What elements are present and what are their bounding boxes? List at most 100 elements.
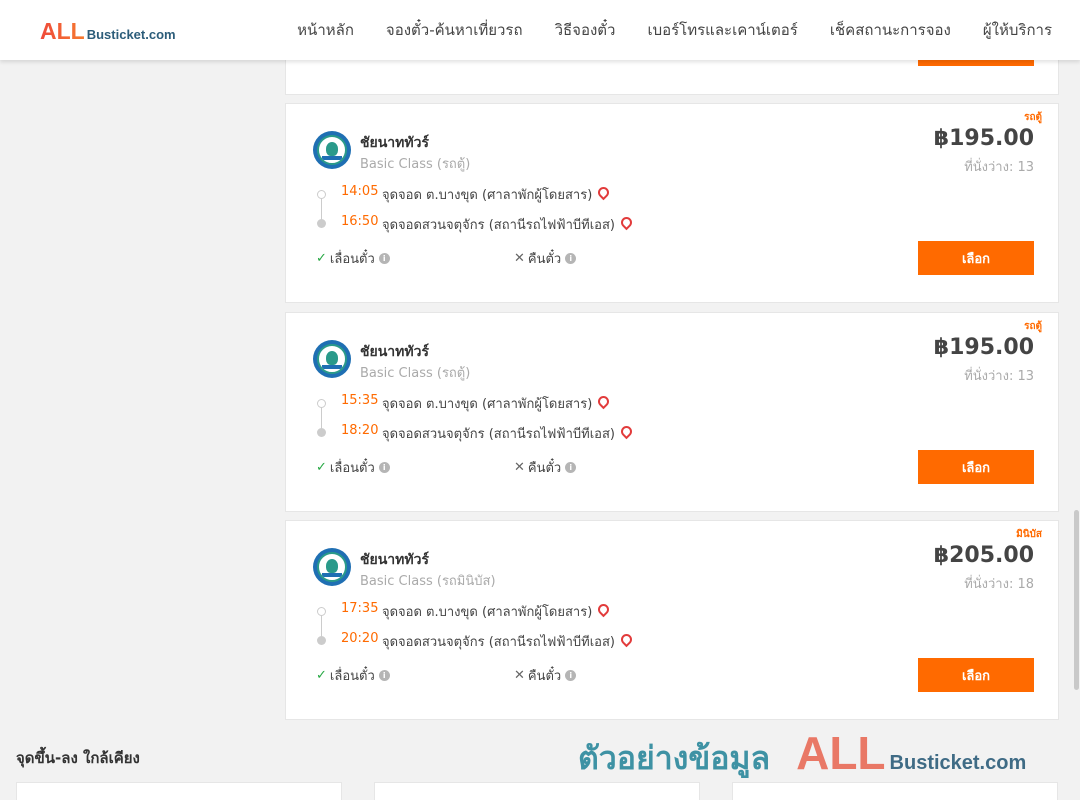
reschedule-label: เลื่อนตั๋ว [329, 461, 375, 476]
arrival-stop-label: จุดจอดสวนจตุจักร (สถานีรถไฟฟ้าบีทีเอส) [382, 218, 615, 233]
check-icon: ✓ [316, 668, 327, 683]
map-pin-icon[interactable] [596, 184, 612, 201]
map-pin-icon[interactable] [618, 214, 635, 231]
reschedule-feature: ✓ เลื่อนตั๋ว i [316, 665, 390, 686]
vehicle-type-tag: รถตู้ [1024, 112, 1042, 123]
scrollbar-thumb[interactable] [1074, 510, 1079, 690]
cross-icon: ✕ [514, 251, 525, 266]
cross-icon: ✕ [514, 668, 525, 683]
nearby-stops-title: จุดขึ้น-ลง ใกล้เคียง [16, 749, 140, 767]
operator-logo [313, 548, 351, 586]
seats-available: ที่นั่งว่าง: 18 [964, 577, 1034, 592]
nav-item-phone-counters[interactable]: เบอร์โทรและเคาน์เตอร์ [647, 18, 797, 42]
arrival-dot-icon [317, 219, 326, 228]
select-trip-button[interactable]: เลือก [918, 241, 1034, 275]
refund-feature: ✕ คืนตั๋ว i [514, 457, 577, 478]
trip-card: มินิบัส ชัยนาททัวร์ Basic Class (รถมินิบ… [285, 520, 1059, 720]
operator-name: ชัยนาททัวร์ [360, 344, 429, 360]
check-icon: ✓ [316, 251, 327, 266]
operator-logo [313, 131, 351, 169]
select-trip-button[interactable]: เลือก [918, 450, 1034, 484]
departure-stop: จุดจอด ต.บางขุด (ศาลาพักผู้โดยสาร) [382, 393, 612, 414]
trip-price: ฿205.00 [933, 543, 1034, 568]
departure-time: 15:35 [341, 393, 379, 408]
nav-item-check-booking[interactable]: เช็คสถานะการจอง [830, 18, 951, 42]
info-icon[interactable]: i [565, 462, 577, 473]
nav-item-how-to-book[interactable]: วิธีจองตั๋ว [555, 18, 616, 42]
arrival-stop: จุดจอดสวนจตุจักร (สถานีรถไฟฟ้าบีทีเอส) [382, 631, 635, 652]
service-class: Basic Class (รถตู้) [360, 366, 471, 381]
nav-item-book-search[interactable]: จองตั๋ว-ค้นหาเที่ยวรถ [386, 18, 523, 42]
cross-icon: ✕ [514, 460, 525, 475]
arrival-time: 16:50 [341, 214, 379, 229]
sample-data-watermark: ตัวอย่างข้อมูล ALL Busticket.com [578, 726, 1026, 784]
map-pin-icon[interactable] [596, 601, 612, 618]
nav-item-operators[interactable]: ผู้ให้บริการ [983, 18, 1052, 42]
departure-time: 17:35 [341, 601, 379, 616]
arrival-time: 18:20 [341, 423, 379, 438]
arrival-stop-label: จุดจอดสวนจตุจักร (สถานีรถไฟฟ้าบีทีเอส) [382, 635, 615, 650]
arrival-dot-icon [317, 636, 326, 645]
service-class: Basic Class (รถตู้) [360, 157, 471, 172]
departure-stop: จุดจอด ต.บางขุด (ศาลาพักผู้โดยสาร) [382, 184, 612, 205]
seats-available: ที่นั่งว่าง: 13 [964, 369, 1034, 384]
reschedule-feature: ✓ เลื่อนตั๋ว i [316, 457, 390, 478]
arrival-stop: จุดจอดสวนจตุจักร (สถานีรถไฟฟ้าบีทีเอส) [382, 423, 635, 444]
departure-stop-label: จุดจอด ต.บางขุด (ศาลาพักผู้โดยสาร) [382, 188, 593, 203]
info-icon[interactable]: i [378, 253, 390, 264]
refund-feature: ✕ คืนตั๋ว i [514, 665, 577, 686]
departure-time: 14:05 [341, 184, 379, 199]
page-scrollbar[interactable] [1072, 60, 1080, 800]
nearby-stop-card[interactable] [732, 782, 1058, 800]
logo-domain-text: Busticket.com [86, 27, 176, 42]
operator-name: ชัยนาททัวร์ [360, 135, 429, 151]
refund-label: คืนตั๋ว [527, 461, 562, 476]
map-pin-icon[interactable] [618, 631, 635, 648]
info-icon[interactable]: i [378, 462, 390, 473]
nav-menu: หน้าหลัก จองตั๋ว-ค้นหาเที่ยวรถ วิธีจองตั… [265, 0, 1052, 60]
watermark-logo-domain: Busticket.com [889, 752, 1027, 774]
info-icon[interactable]: i [565, 253, 577, 264]
watermark-logo-all: ALL [796, 727, 886, 779]
departure-dot-icon [317, 190, 326, 199]
nearby-stop-card[interactable] [16, 782, 342, 800]
refund-label: คืนตั๋ว [527, 252, 562, 267]
nav-item-home[interactable]: หน้าหลัก [297, 18, 354, 42]
arrival-stop: จุดจอดสวนจตุจักร (สถานีรถไฟฟ้าบีทีเอส) [382, 214, 635, 235]
refund-feature: ✕ คืนตั๋ว i [514, 248, 577, 269]
reschedule-feature: ✓ เลื่อนตั๋ว i [316, 248, 390, 269]
departure-dot-icon [317, 607, 326, 616]
info-icon[interactable]: i [378, 670, 390, 681]
reschedule-label: เลื่อนตั๋ว [329, 252, 375, 267]
trip-price: ฿195.00 [933, 126, 1034, 151]
trip-card: รถตู้ ชัยนาททัวร์ Basic Class (รถตู้) ฿1… [285, 312, 1059, 512]
seats-available: ที่นั่งว่าง: 13 [964, 160, 1034, 175]
service-class: Basic Class (รถมินิบัส) [360, 574, 496, 589]
map-pin-icon[interactable] [596, 393, 612, 410]
arrival-dot-icon [317, 428, 326, 437]
departure-dot-icon [317, 399, 326, 408]
logo-all-text: ALL [40, 18, 85, 44]
reschedule-label: เลื่อนตั๋ว [329, 669, 375, 684]
arrival-time: 20:20 [341, 631, 379, 646]
select-trip-button[interactable]: เลือก [918, 658, 1034, 692]
departure-stop: จุดจอด ต.บางขุด (ศาลาพักผู้โดยสาร) [382, 601, 612, 622]
departure-stop-label: จุดจอด ต.บางขุด (ศาลาพักผู้โดยสาร) [382, 397, 593, 412]
trip-price: ฿195.00 [933, 335, 1034, 360]
watermark-text: ตัวอย่างข้อมูล [578, 739, 771, 777]
trip-card: รถตู้ ชัยนาททัวร์ Basic Class (รถตู้) ฿1… [285, 103, 1059, 303]
departure-stop-label: จุดจอด ต.บางขุด (ศาลาพักผู้โดยสาร) [382, 605, 593, 620]
top-navbar: ALL Busticket.com หน้าหลัก จองตั๋ว-ค้นหา… [0, 0, 1080, 60]
operator-name: ชัยนาททัวร์ [360, 552, 429, 568]
operator-logo [313, 340, 351, 378]
map-pin-icon[interactable] [618, 423, 635, 440]
arrival-stop-label: จุดจอดสวนจตุจักร (สถานีรถไฟฟ้าบีทีเอส) [382, 427, 615, 442]
previous-trip-card [285, 55, 1059, 95]
vehicle-type-tag: รถตู้ [1024, 321, 1042, 332]
info-icon[interactable]: i [565, 670, 577, 681]
nearby-stop-card[interactable] [374, 782, 700, 800]
check-icon: ✓ [316, 460, 327, 475]
refund-label: คืนตั๋ว [527, 669, 562, 684]
site-logo[interactable]: ALL Busticket.com [40, 18, 176, 45]
vehicle-type-tag: มินิบัส [1016, 529, 1042, 540]
